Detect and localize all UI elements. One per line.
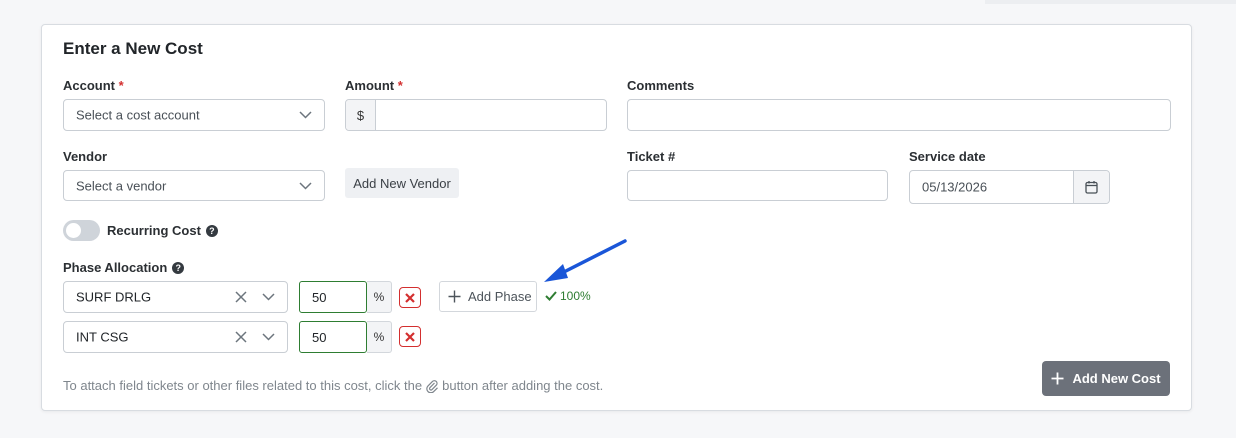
calendar-icon bbox=[1085, 181, 1098, 194]
plus-icon bbox=[448, 290, 461, 303]
phase-allocation-label: Phase Allocation bbox=[63, 260, 168, 275]
chevron-down-icon bbox=[299, 111, 312, 119]
service-date-value: 05/13/2026 bbox=[922, 179, 988, 195]
account-label: Account * bbox=[63, 78, 124, 93]
currency-prefix: $ bbox=[346, 100, 376, 130]
toggle-knob bbox=[66, 223, 81, 238]
service-date-label: Service date bbox=[909, 149, 986, 164]
add-new-vendor-button[interactable]: Add New Vendor bbox=[345, 168, 459, 198]
plus-icon bbox=[1051, 372, 1064, 385]
service-date-input[interactable]: 05/13/2026 bbox=[909, 170, 1110, 204]
ticket-label: Ticket # bbox=[627, 149, 676, 164]
form-title: Enter a New Cost bbox=[63, 39, 203, 58]
percent-suffix: % bbox=[367, 321, 392, 353]
phase-value: INT CSG bbox=[76, 329, 129, 345]
delete-phase-button[interactable] bbox=[399, 287, 421, 308]
amount-label: Amount * bbox=[345, 78, 403, 93]
amount-input[interactable]: $ bbox=[345, 99, 607, 131]
ticket-input[interactable] bbox=[627, 170, 888, 201]
chevron-down-icon[interactable] bbox=[262, 333, 275, 341]
account-placeholder: Select a cost account bbox=[76, 107, 200, 123]
add-phase-label: Add Phase bbox=[468, 289, 532, 304]
paperclip-icon bbox=[426, 379, 439, 393]
vendor-select[interactable]: Select a vendor bbox=[63, 170, 325, 201]
account-select[interactable]: Select a cost account bbox=[63, 99, 325, 131]
help-icon[interactable]: ? bbox=[172, 261, 185, 274]
attachment-note-end: button after adding the cost. bbox=[442, 378, 604, 393]
required-mark: * bbox=[397, 78, 403, 93]
calendar-button[interactable] bbox=[1073, 171, 1109, 203]
allocation-total-status: 100% bbox=[545, 289, 591, 303]
vendor-label: Vendor bbox=[63, 149, 108, 164]
comments-label: Comments bbox=[627, 78, 695, 93]
top-strip bbox=[985, 0, 1236, 4]
phase-select[interactable]: INT CSG bbox=[63, 321, 288, 353]
phase-value: SURF DRLG bbox=[76, 289, 152, 305]
required-mark: * bbox=[118, 78, 124, 93]
allocation-total: 100% bbox=[560, 289, 591, 303]
phase-select[interactable]: SURF DRLG bbox=[63, 281, 288, 313]
clear-icon[interactable] bbox=[235, 331, 247, 343]
check-icon bbox=[545, 291, 557, 301]
add-new-cost-button[interactable]: Add New Cost bbox=[1042, 361, 1170, 396]
add-new-cost-label: Add New Cost bbox=[1072, 371, 1161, 386]
phase-allocation-label-group: Phase Allocation ? bbox=[63, 260, 185, 275]
clear-icon[interactable] bbox=[235, 291, 247, 303]
annotation-arrow-icon bbox=[544, 239, 627, 282]
chevron-down-icon[interactable] bbox=[262, 293, 275, 301]
add-phase-button[interactable]: Add Phase bbox=[439, 281, 537, 312]
close-icon bbox=[405, 292, 415, 303]
percent-suffix: % bbox=[367, 281, 392, 313]
phase-percent-input[interactable]: 50 bbox=[299, 321, 367, 353]
recurring-cost-label-group: Recurring Cost ? bbox=[107, 223, 218, 238]
comments-input[interactable] bbox=[627, 99, 1171, 131]
attachment-note-start: To attach field tickets or other files r… bbox=[63, 378, 423, 393]
phase-percent-input[interactable]: 50 bbox=[299, 281, 367, 313]
delete-phase-button[interactable] bbox=[399, 326, 421, 347]
attachment-note: To attach field tickets or other files r… bbox=[63, 378, 603, 393]
recurring-cost-label: Recurring Cost bbox=[107, 223, 201, 238]
close-icon bbox=[405, 331, 415, 342]
vendor-placeholder: Select a vendor bbox=[76, 178, 167, 193]
chevron-down-icon bbox=[299, 181, 312, 190]
new-cost-card: Enter a New Cost Account * Select a cost… bbox=[41, 24, 1192, 411]
help-icon[interactable]: ? bbox=[205, 224, 218, 237]
recurring-cost-toggle[interactable] bbox=[63, 220, 100, 241]
